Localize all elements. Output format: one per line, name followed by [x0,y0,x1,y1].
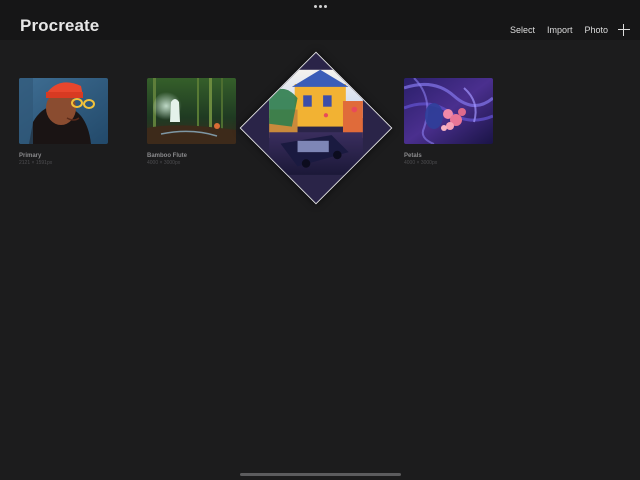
artwork-title: Primary [19,153,42,159]
dot-icon [318,4,322,8]
import-button[interactable]: Import [547,25,573,35]
artwork-petals[interactable]: Petals 4000 × 3000px [404,78,494,166]
gallery-screen: Procreate Select Import Photo Primary 21… [0,0,640,480]
artwork-dimensions: 4000 × 3000px [404,160,438,166]
dragged-artwork[interactable] [239,51,393,205]
artwork-title: Bamboo Flute [147,153,187,159]
artwork-bamboo-flute[interactable]: Bamboo Flute 4000 × 3000px [147,78,237,166]
gallery-actions: Select Import Photo [498,24,630,36]
multitasking-handle[interactable] [309,2,331,10]
select-button[interactable]: Select [510,25,535,35]
artwork-primary[interactable]: Primary 2121 × 1591px [19,78,109,166]
artwork-dimensions: 4000 × 3000px [147,160,181,166]
dot-icon [313,4,317,8]
artwork-title: Petals [404,153,422,159]
dot-icon [323,4,327,8]
artwork-dimensions: 2121 × 1591px [19,160,53,166]
artwork-thumbnail[interactable] [19,78,108,144]
photo-button[interactable]: Photo [584,25,608,35]
home-indicator[interactable] [240,473,401,476]
artwork-thumbnail[interactable] [404,78,493,144]
app-title: Procreate [20,16,100,35]
plus-icon[interactable] [618,24,630,36]
artwork-thumbnail[interactable] [147,78,236,144]
